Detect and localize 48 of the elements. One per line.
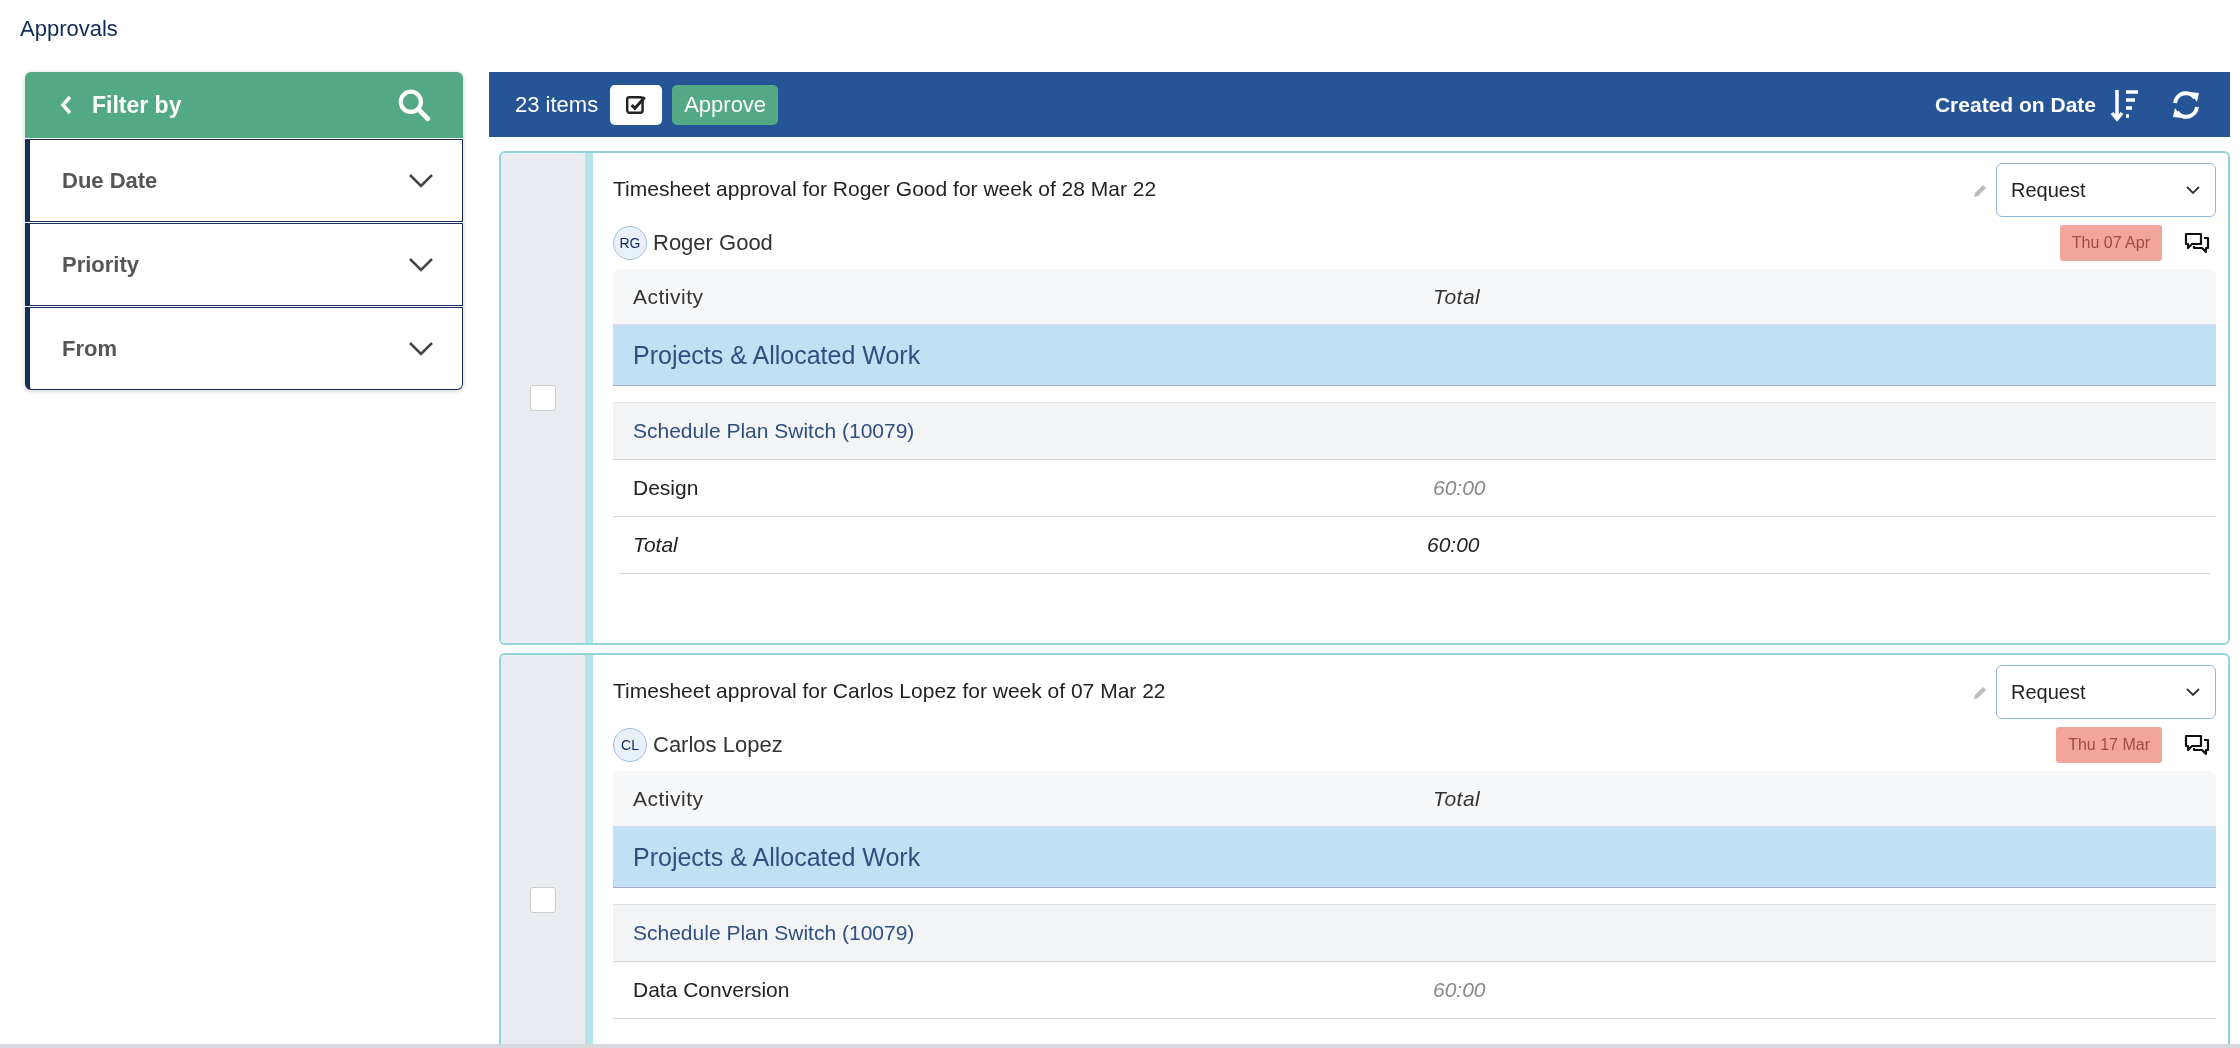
card-title: Timesheet approval for Roger Good for week of 28 Mar 22: [613, 176, 1158, 201]
person-name: Carlos Lopez: [653, 732, 783, 758]
select-checkbox[interactable]: [530, 887, 556, 913]
filter-title: Filter by: [92, 91, 183, 119]
column-header: Total: [1433, 786, 1481, 811]
action-dropdown[interactable]: Request: [1996, 665, 2216, 719]
group-label: Projects & Allocated Work: [633, 842, 921, 872]
person-name: Roger Good: [653, 230, 773, 256]
column-header: Total: [1433, 284, 1481, 309]
activity-cell-text: Design: [632, 476, 700, 500]
pencil-icon[interactable]: [1972, 685, 1988, 701]
chevron-icon: [408, 340, 434, 357]
column-header: Activity: [632, 786, 705, 811]
chevron-icon: [408, 256, 434, 273]
chevron-icon: [408, 172, 434, 189]
group-label: Projects & Allocated Work: [633, 340, 921, 370]
checkbox-icon: [625, 93, 648, 116]
back-chevron-icon[interactable]: [60, 95, 72, 115]
total-label: Total: [632, 533, 679, 557]
page-title: Approvals: [19, 15, 119, 43]
select-checkbox[interactable]: [530, 385, 556, 411]
card-title: Timesheet approval for Carlos Lopez for week of 07 Mar 22: [613, 678, 1167, 703]
column-header: Activity: [632, 284, 705, 309]
activity-cell-text: Data Conversion: [632, 978, 791, 1002]
sort-icon[interactable]: [2110, 87, 2140, 122]
due-date-badge: Thu 07 Apr: [2059, 225, 2162, 261]
action-dropdown[interactable]: Request: [1996, 163, 2216, 217]
avatar-initials: RG: [613, 226, 647, 260]
select-all-button[interactable]: [610, 84, 663, 125]
total-value: 60:00: [1427, 533, 1480, 557]
item-count: 23 items: [515, 91, 599, 118]
hours-cell: 60:00: [1433, 978, 1486, 1002]
filter-section[interactable]: Priority: [25, 223, 463, 306]
filter-section[interactable]: Due Date: [25, 139, 463, 222]
chevron-icon: [2185, 687, 2201, 697]
filter-section[interactable]: From: [25, 307, 463, 390]
search-icon[interactable]: [397, 88, 431, 122]
comments-icon[interactable]: [2184, 232, 2210, 254]
sort-label[interactable]: Created on Date: [1934, 92, 2096, 117]
comments-icon[interactable]: [2184, 734, 2210, 756]
pencil-icon[interactable]: [1972, 183, 1988, 199]
avatar-initials: CL: [613, 728, 647, 762]
due-date-badge: Thu 17 Mar: [2056, 727, 2162, 763]
project-label: Schedule Plan Switch (10079): [633, 921, 915, 945]
hours-cell: 60:00: [1433, 476, 1486, 500]
chevron-icon: [2185, 185, 2201, 195]
project-label: Schedule Plan Switch (10079): [633, 419, 915, 443]
refresh-icon[interactable]: [2170, 88, 2202, 121]
